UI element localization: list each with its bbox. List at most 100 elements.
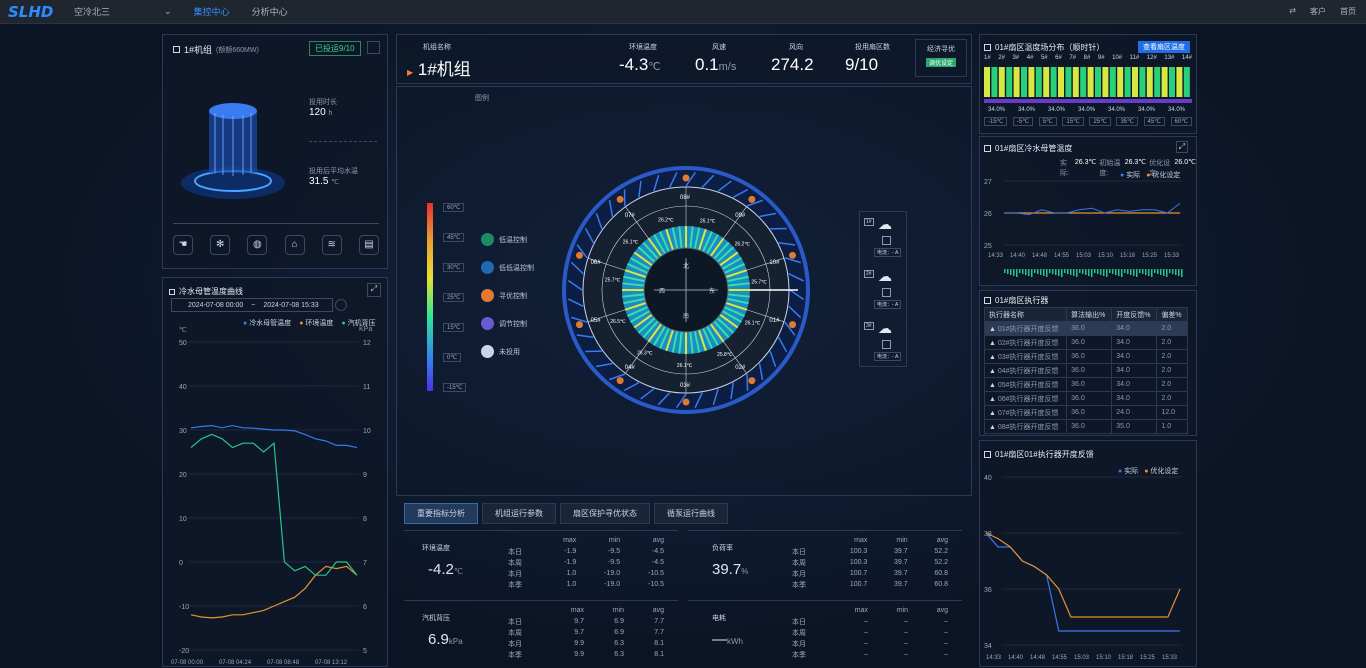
fan-icon[interactable]: ☁ xyxy=(878,268,892,285)
x-tick: 07-08 04:24 xyxy=(219,660,252,666)
dist-scale: -15℃-5℃5℃15℃25℃35℃45℃60℃ xyxy=(984,117,1192,126)
valve-checkbox[interactable] xyxy=(882,340,891,349)
expand-icon[interactable]: ⤢ xyxy=(1176,141,1188,153)
exec-cell-text: 2.0 xyxy=(1161,353,1171,360)
exec-row[interactable]: ▲ 01#执行器开度反馈36.034.02.0 xyxy=(985,322,1188,336)
stat-cell: 9.9 xyxy=(547,638,590,649)
sector-ring[interactable]: 北南西东08#07#06#05#04#03#02#01#10#09#26.1℃2… xyxy=(561,165,811,415)
warning-icon: ▲ xyxy=(989,424,998,431)
dist-bar xyxy=(1162,67,1168,97)
optimize-marker[interactable] xyxy=(789,252,796,259)
avg-temp-label: 投用后平均水温 xyxy=(309,166,358,176)
center-stage: 图例 60℃45℃30℃25℃15℃0℃-15℃ 低温控制 低低温控制 寻优控制… xyxy=(396,86,972,496)
nav-item-analysis[interactable]: 分析中心 xyxy=(252,5,288,18)
opt-button[interactable]: 调优设定 xyxy=(926,58,956,67)
exec-row[interactable]: ▲ 03#执行器开度反馈36.034.02.0 xyxy=(985,350,1188,364)
stat-env: 环境温度-4.2℃maxminavg本日-1.9-9.5-4.5本周-1.9-9… xyxy=(404,530,678,592)
exec-row[interactable]: ▲ 07#执行器开度反馈36.024.012.0 xyxy=(985,406,1188,420)
stat-header: min xyxy=(874,605,914,616)
exec-row[interactable]: ▲ 06#执行器开度反馈36.034.02.0 xyxy=(985,392,1188,406)
sector-temp: 25.7℃ xyxy=(751,280,767,286)
fan-icon[interactable]: ☁ xyxy=(878,320,892,337)
exec-cell-text: 36.0 xyxy=(1071,409,1085,416)
x-tick: 15:18 xyxy=(1118,655,1134,661)
series-line xyxy=(191,566,357,618)
stat-value: — xyxy=(712,631,727,648)
swap-icon[interactable]: ⇄ xyxy=(1289,6,1296,17)
tab-pump-curve[interactable]: 循泵运行曲线 xyxy=(654,503,728,524)
snowflake-icon[interactable]: ✻ xyxy=(210,235,230,255)
settings-icon[interactable] xyxy=(367,41,380,54)
document-icon[interactable]: ▤ xyxy=(359,235,379,255)
panel-icon xyxy=(169,289,175,295)
stat-cell: 8.1 xyxy=(630,649,670,660)
exec-row[interactable]: ▲ 05#执行器开度反馈36.034.02.0 xyxy=(985,378,1188,392)
tab-unit-params[interactable]: 机组运行参数 xyxy=(482,503,556,524)
valve-current: 电流：- A xyxy=(874,352,901,361)
x-tick: 15:10 xyxy=(1096,655,1112,661)
dist-bar xyxy=(1125,67,1131,97)
exec-row[interactable]: ▲ 02#执行器开度反馈36.034.02.0 xyxy=(985,336,1188,350)
expand-icon[interactable]: ⤢ xyxy=(367,283,381,297)
dist-bar xyxy=(999,67,1005,97)
stat-value: -4.2 xyxy=(428,561,454,578)
optimize-marker[interactable] xyxy=(789,321,796,328)
unused-icon xyxy=(481,345,494,358)
dist-bar xyxy=(1080,67,1086,97)
clock-icon[interactable] xyxy=(335,299,347,311)
exec-panel: 01#扇区执行器 执行器名称算法输出%开度反馈%偏差% ▲ 01#执行器开度反馈… xyxy=(979,290,1197,436)
panel-icon xyxy=(173,46,180,53)
mini-bar xyxy=(1010,269,1012,275)
nav-arrow-icon[interactable]: ⌄ xyxy=(164,6,172,17)
stat-row-label: 本季 xyxy=(502,649,547,660)
view-sector-temp-button[interactable]: 查看扇区温度 xyxy=(1138,41,1190,53)
stat-cell: -19.0 xyxy=(582,568,626,579)
valve-checkbox[interactable] xyxy=(882,236,891,245)
optimize-marker[interactable] xyxy=(683,399,690,406)
tab-key-indicators[interactable]: 重要指标分析 xyxy=(404,503,478,524)
optimize-marker[interactable] xyxy=(576,321,583,328)
drop-icon[interactable]: ◍ xyxy=(247,235,267,255)
slider-track[interactable] xyxy=(173,223,379,224)
stat-cell: 9.7 xyxy=(547,616,590,627)
optimize-marker[interactable] xyxy=(617,196,624,203)
stat-header: max xyxy=(543,535,583,546)
optimize-marker[interactable] xyxy=(683,175,690,182)
tab-sector-status[interactable]: 扇区保护寻优状态 xyxy=(560,503,650,524)
sector-label: 02# xyxy=(735,365,746,371)
wifi-icon[interactable]: ≋ xyxy=(322,235,342,255)
mini-bar xyxy=(1052,269,1054,274)
optimize-marker[interactable] xyxy=(576,252,583,259)
optimize-marker[interactable] xyxy=(748,196,755,203)
panel-icon xyxy=(984,451,991,458)
stat-cell: 100.3 xyxy=(827,557,873,568)
customer-menu[interactable]: 客户 xyxy=(1310,6,1326,17)
stat-value-wrap: 6.9kPa xyxy=(428,631,463,648)
env-value: -4.3 xyxy=(619,55,648,74)
nav-item-control[interactable]: 集控中心 xyxy=(194,5,230,18)
exec-row[interactable]: ▲ 08#执行器开度反馈36.035.01.0 xyxy=(985,420,1188,434)
date-end[interactable]: 2024-07-08 15:33 xyxy=(263,302,318,309)
date-start[interactable]: 2024-07-08 00:00 xyxy=(188,302,243,309)
exec-cell: 2.0 xyxy=(1157,364,1188,378)
home-menu[interactable]: 首页 xyxy=(1340,6,1356,17)
stat-header: max xyxy=(547,605,590,616)
stat-cell: 39.7 xyxy=(873,546,913,557)
stat-cell: 52.2 xyxy=(914,557,954,568)
mode-optimize: 寻优控制 xyxy=(499,291,527,301)
valve-checkbox[interactable] xyxy=(882,288,891,297)
warning-icon: ▲ xyxy=(989,410,998,417)
optimize-marker[interactable] xyxy=(617,377,624,384)
optimize-marker[interactable] xyxy=(748,377,755,384)
divider xyxy=(309,141,377,142)
exec-row[interactable]: ▲ 04#执行器开度反馈36.034.02.0 xyxy=(985,364,1188,378)
hand-icon[interactable]: ☚ xyxy=(173,235,193,255)
fan-icon[interactable]: ☁ xyxy=(878,216,892,233)
stat-cell: 1.0 xyxy=(543,579,583,590)
mini-bar xyxy=(1157,269,1159,274)
exec-cell: 2.0 xyxy=(1157,392,1188,406)
mini-bar xyxy=(1028,269,1030,276)
date-range-picker[interactable]: 2024-07-08 00:00 ~ 2024-07-08 15:33 xyxy=(171,298,333,312)
basket-icon[interactable]: ⌂ xyxy=(285,235,305,255)
exec-cell: 36.0 xyxy=(1067,392,1112,406)
